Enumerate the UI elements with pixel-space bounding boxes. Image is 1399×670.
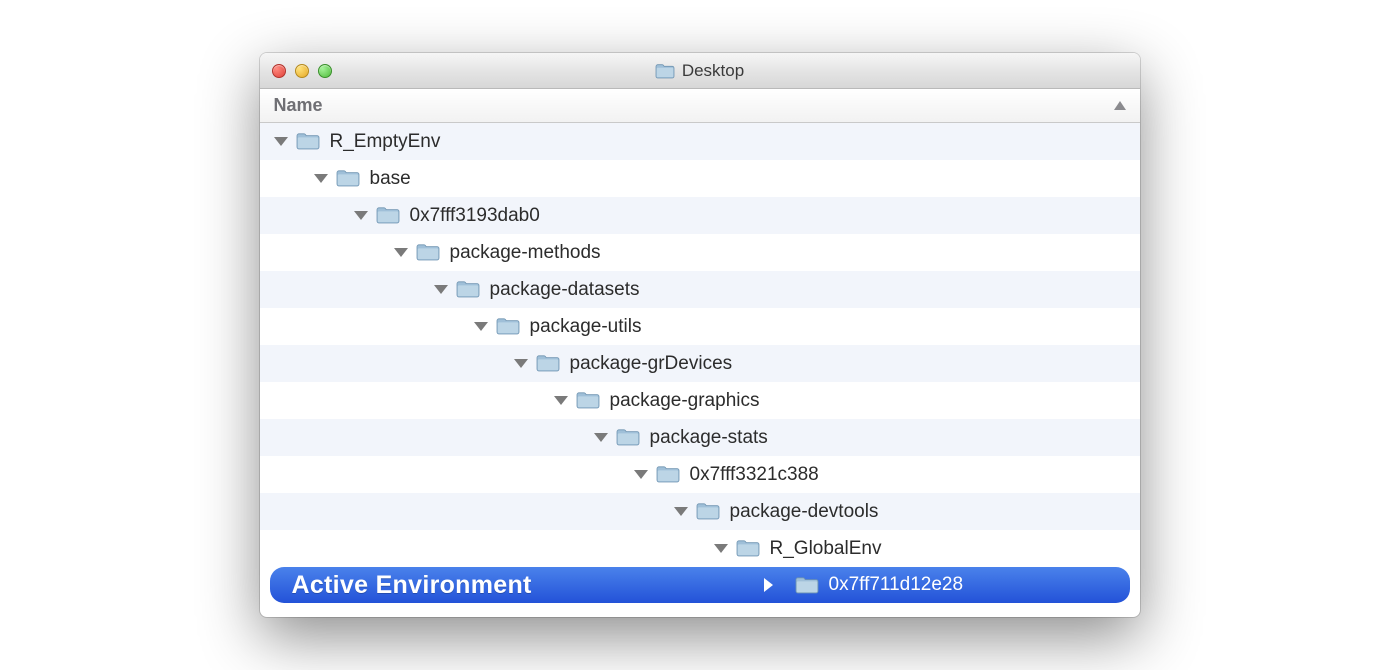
folder-icon bbox=[376, 206, 400, 225]
tree-row-label: package-datasets bbox=[490, 279, 640, 301]
tree-row[interactable]: package-graphics bbox=[260, 382, 1140, 419]
tree-row[interactable]: package-utils bbox=[260, 308, 1140, 345]
chevron-down-icon[interactable] bbox=[354, 211, 368, 220]
window-title: Desktop bbox=[260, 61, 1140, 81]
minimize-icon[interactable] bbox=[295, 64, 309, 78]
chevron-down-icon[interactable] bbox=[474, 322, 488, 331]
chevron-down-icon[interactable] bbox=[314, 174, 328, 183]
tree-row-label: package-devtools bbox=[730, 501, 879, 523]
titlebar[interactable]: Desktop bbox=[260, 53, 1140, 89]
tree-row-label: R_GlobalEnv bbox=[770, 538, 882, 560]
chevron-down-icon[interactable] bbox=[554, 396, 568, 405]
tree-row-label: package-stats bbox=[650, 427, 768, 449]
folder-icon bbox=[336, 169, 360, 188]
folder-icon bbox=[795, 576, 819, 595]
tree-row-label: package-utils bbox=[530, 316, 642, 338]
tree-row[interactable]: R_GlobalEnv bbox=[260, 530, 1140, 567]
chevron-down-icon[interactable] bbox=[434, 285, 448, 294]
tree-row[interactable]: package-methods bbox=[260, 234, 1140, 271]
folder-icon bbox=[416, 243, 440, 262]
column-header[interactable]: Name bbox=[260, 89, 1140, 123]
tree-row[interactable]: base bbox=[260, 160, 1140, 197]
tree-row[interactable]: package-grDevices bbox=[260, 345, 1140, 382]
folder-icon bbox=[296, 132, 320, 151]
folder-icon bbox=[456, 280, 480, 299]
tree-row-label: base bbox=[370, 168, 411, 190]
active-environment-label: Active Environment bbox=[292, 571, 532, 600]
chevron-down-icon[interactable] bbox=[394, 248, 408, 257]
traffic-lights bbox=[272, 64, 332, 78]
chevron-down-icon[interactable] bbox=[674, 507, 688, 516]
chevron-down-icon[interactable] bbox=[634, 470, 648, 479]
chevron-right-icon[interactable] bbox=[764, 578, 773, 592]
tree-row[interactable]: package-stats bbox=[260, 419, 1140, 456]
window-title-text: Desktop bbox=[682, 61, 744, 81]
tree-row-label: package-graphics bbox=[610, 390, 760, 412]
folder-icon bbox=[496, 317, 520, 336]
column-header-name: Name bbox=[274, 95, 323, 116]
folder-icon bbox=[696, 502, 720, 521]
folder-icon bbox=[616, 428, 640, 447]
tree-row-selected[interactable]: Active Environment 0x7ff711d12e28 bbox=[270, 567, 1130, 603]
finder-window: Desktop Name R_EmptyEnv base 0x7fff3193d… bbox=[260, 53, 1140, 617]
tree-row[interactable]: package-devtools bbox=[260, 493, 1140, 530]
folder-icon bbox=[576, 391, 600, 410]
sort-ascending-icon[interactable] bbox=[1114, 101, 1126, 110]
tree-row-label: 0x7fff3321c388 bbox=[690, 464, 819, 486]
folder-icon bbox=[656, 465, 680, 484]
tree-row-label: package-methods bbox=[450, 242, 601, 264]
chevron-down-icon[interactable] bbox=[714, 544, 728, 553]
tree-row-label: package-grDevices bbox=[570, 353, 733, 375]
zoom-icon[interactable] bbox=[318, 64, 332, 78]
chevron-down-icon[interactable] bbox=[274, 137, 288, 146]
tree-row-label: 0x7ff711d12e28 bbox=[829, 574, 964, 596]
tree-row[interactable]: package-datasets bbox=[260, 271, 1140, 308]
tree-row[interactable]: 0x7fff3321c388 bbox=[260, 456, 1140, 493]
close-icon[interactable] bbox=[272, 64, 286, 78]
tree-row-label: 0x7fff3193dab0 bbox=[410, 205, 540, 227]
tree-row[interactable]: R_EmptyEnv bbox=[260, 123, 1140, 160]
chevron-down-icon[interactable] bbox=[514, 359, 528, 368]
folder-icon bbox=[655, 63, 675, 79]
tree-row[interactable]: 0x7fff3193dab0 bbox=[260, 197, 1140, 234]
folder-icon bbox=[736, 539, 760, 558]
chevron-down-icon[interactable] bbox=[594, 433, 608, 442]
file-tree: R_EmptyEnv base 0x7fff3193dab0 package-m… bbox=[260, 123, 1140, 603]
folder-icon bbox=[536, 354, 560, 373]
tree-row-label: R_EmptyEnv bbox=[330, 131, 441, 153]
